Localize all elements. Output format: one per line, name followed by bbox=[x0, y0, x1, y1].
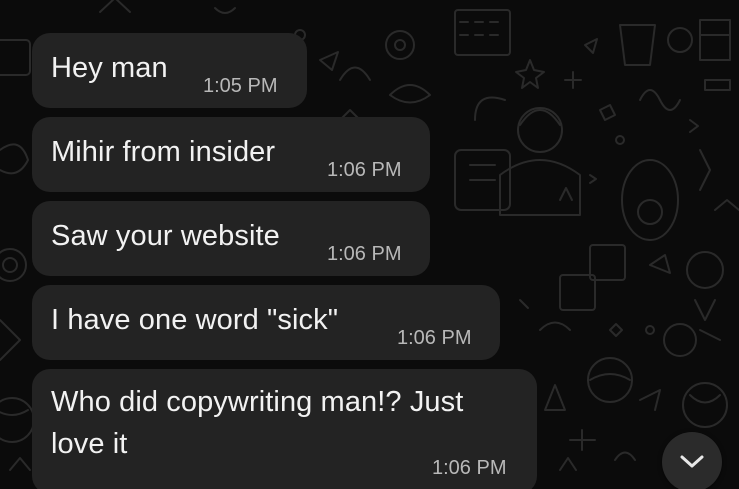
message-timestamp: 1:06 PM bbox=[327, 243, 402, 265]
message-text: I have one word "sick" bbox=[51, 304, 339, 336]
message-text: Mihir from insider bbox=[51, 136, 276, 168]
message-text: Hey man bbox=[51, 52, 168, 84]
message-timestamp: 1:06 PM bbox=[397, 327, 472, 349]
message-timestamp: 1:06 PM bbox=[327, 159, 402, 181]
message-bubble[interactable]: Hey man 1:05 PM bbox=[32, 33, 307, 108]
message-text: Who did copywriting man!? Just love it bbox=[51, 386, 464, 460]
message-bubble[interactable]: Who did copywriting man!? Just love it 1… bbox=[32, 369, 537, 489]
message-timestamp: 1:05 PM bbox=[203, 75, 278, 97]
message-bubble[interactable]: I have one word "sick" 1:06 PM bbox=[32, 285, 500, 360]
message-text: Saw your website bbox=[51, 220, 280, 252]
message-bubble[interactable]: Mihir from insider 1:06 PM bbox=[32, 117, 430, 192]
chat-view: Hey man 1:05 PM Mihir from insider 1:06 … bbox=[0, 0, 739, 489]
chevron-down-icon bbox=[680, 455, 704, 468]
message-timestamp: 1:06 PM bbox=[432, 457, 507, 479]
scroll-to-bottom-button[interactable] bbox=[662, 432, 722, 489]
message-bubble[interactable]: Saw your website 1:06 PM bbox=[32, 201, 430, 276]
